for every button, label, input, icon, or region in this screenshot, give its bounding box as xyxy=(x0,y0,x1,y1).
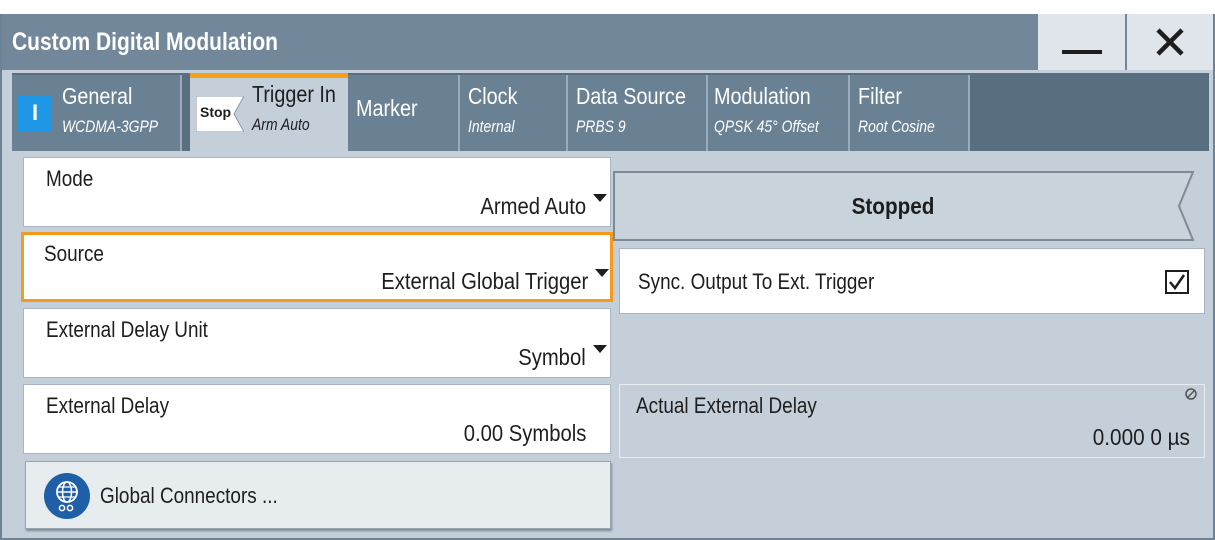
mode-dropdown[interactable]: Mode Armed Auto xyxy=(23,157,611,227)
external-delay-value: 0.00 Symbols xyxy=(463,420,586,446)
tab-trigger-in[interactable]: Stop Trigger In Arm Auto xyxy=(190,73,348,153)
actual-external-delay-value: 0.000 0 µs xyxy=(1092,424,1190,450)
external-delay-field[interactable]: External Delay 0.00 Symbols xyxy=(23,384,611,454)
source-dropdown[interactable]: Source External Global Trigger xyxy=(21,232,613,302)
dropdown-arrow-icon xyxy=(595,269,609,277)
tab-sublabel: QPSK 45° Offset xyxy=(714,117,819,136)
tab-sublabel: PRBS 9 xyxy=(576,117,626,136)
tab-clock[interactable]: Clock Internal xyxy=(460,75,568,151)
global-connectors-label: Global Connectors ... xyxy=(100,483,278,508)
mode-label: Mode xyxy=(46,166,94,191)
tab-general[interactable]: I General WCDMA-3GPP xyxy=(12,75,182,151)
window-title: Custom Digital Modulation xyxy=(12,28,278,56)
external-delay-label: External Delay xyxy=(46,393,170,418)
mode-value: Armed Auto xyxy=(480,193,586,219)
info-state-icon: I xyxy=(18,95,52,131)
stop-state-icon: Stop xyxy=(196,96,244,132)
actual-external-delay-field: Actual External Delay 0.000 0 µs xyxy=(619,384,1205,458)
tab-label: Marker xyxy=(356,95,418,121)
tab-filter[interactable]: Filter Root Cosine xyxy=(850,75,970,151)
tab-bar: I General WCDMA-3GPP Stop Trigger In Arm… xyxy=(12,73,1209,153)
close-button[interactable] xyxy=(1125,14,1213,70)
sync-output-checkbox[interactable] xyxy=(1165,270,1189,294)
external-delay-unit-dropdown[interactable]: External Delay Unit Symbol xyxy=(23,308,611,378)
tab-data-source[interactable]: Data Source PRBS 9 xyxy=(568,75,708,151)
tab-label: Trigger In xyxy=(252,81,336,107)
tab-label: General xyxy=(62,83,133,109)
sync-output-checkbox-row[interactable]: Sync. Output To Ext. Trigger xyxy=(619,248,1205,314)
tab-label: Data Source xyxy=(576,83,686,109)
stop-state-label: Stop xyxy=(200,104,232,120)
minimize-icon xyxy=(1061,50,1102,54)
source-value: External Global Trigger xyxy=(380,268,588,294)
tab-sublabel: Internal xyxy=(468,117,515,136)
tab-label: Filter xyxy=(858,83,902,109)
dropdown-arrow-icon xyxy=(593,345,607,353)
actual-external-delay-label: Actual External Delay xyxy=(636,393,817,418)
minimize-button[interactable] xyxy=(1036,14,1125,70)
tab-label: Clock xyxy=(468,83,518,109)
globe-connectors-icon xyxy=(44,473,90,519)
checkmark-icon xyxy=(1169,274,1186,291)
tab-sublabel: WCDMA-3GPP xyxy=(62,117,159,136)
sync-output-label: Sync. Output To Ext. Trigger xyxy=(638,269,875,294)
tab-modulation[interactable]: Modulation QPSK 45° Offset xyxy=(708,75,850,151)
external-delay-unit-label: External Delay Unit xyxy=(46,317,208,342)
close-icon xyxy=(1156,28,1184,56)
tab-sublabel: Arm Auto xyxy=(252,115,310,134)
trigger-status-indicator: Stopped xyxy=(613,171,1203,241)
dropdown-arrow-icon xyxy=(593,194,607,202)
status-text: Stopped xyxy=(851,193,935,219)
external-delay-unit-value: Symbol xyxy=(518,344,586,370)
tab-label: Modulation xyxy=(714,83,811,109)
read-only-icon xyxy=(1185,388,1197,400)
custom-digital-modulation-dialog: Custom Digital Modulation I General WCDM… xyxy=(0,14,1215,540)
source-label: Source xyxy=(44,241,104,266)
global-connectors-button[interactable]: Global Connectors ... xyxy=(25,461,611,529)
title-bar[interactable]: Custom Digital Modulation xyxy=(2,14,1213,70)
tab-sublabel: Root Cosine xyxy=(858,117,935,136)
tab-marker[interactable]: Marker xyxy=(348,75,460,151)
